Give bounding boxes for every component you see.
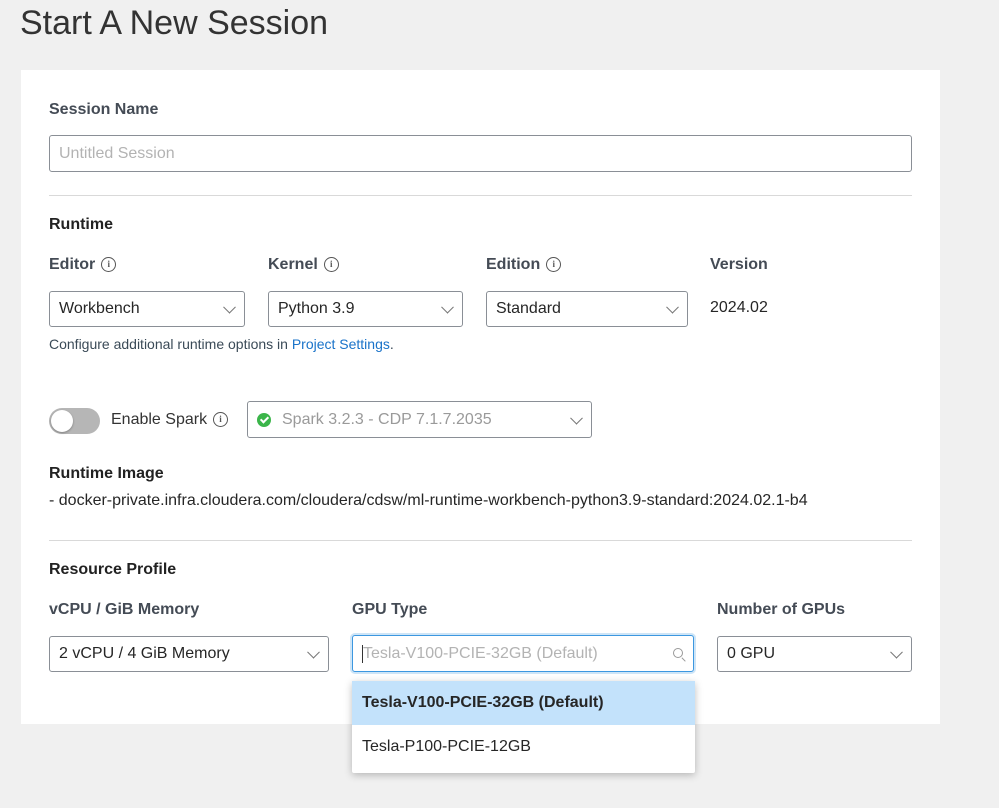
gpu-type-dropdown: Tesla-V100-PCIE-32GB (Default) Tesla-P10… xyxy=(352,681,695,773)
chevron-down-icon xyxy=(307,645,320,659)
info-icon[interactable]: i xyxy=(323,257,339,273)
editor-select[interactable]: Workbench xyxy=(49,291,245,327)
chevron-down-icon xyxy=(441,300,454,314)
toggle-knob xyxy=(51,410,73,432)
session-name-input[interactable] xyxy=(50,136,911,171)
gpu-type-label: GPU Type xyxy=(352,601,428,618)
info-icon[interactable]: i xyxy=(546,257,562,273)
enable-spark-label: Enable Spark xyxy=(111,411,208,428)
kernel-select[interactable]: Python 3.9 xyxy=(268,291,463,327)
divider xyxy=(49,540,912,541)
edition-label: Edition xyxy=(486,256,541,273)
kernel-label-row: Kernel i xyxy=(268,256,339,274)
runtime-image-heading: Runtime Image xyxy=(49,465,164,482)
chevron-down-icon xyxy=(666,300,679,314)
kernel-label: Kernel xyxy=(268,256,318,273)
runtime-heading: Runtime xyxy=(49,216,113,233)
version-value: 2024.02 xyxy=(710,299,768,316)
runtime-hint-end: . xyxy=(389,336,394,352)
session-name-field-box xyxy=(49,135,912,172)
cpu-memory-select[interactable]: 2 vCPU / 4 GiB Memory xyxy=(49,636,329,672)
page-title: Start A New Session xyxy=(20,4,329,42)
gpu-option-tesla-p100[interactable]: Tesla-P100-PCIE-12GB xyxy=(352,725,695,769)
gpu-count-value: 0 GPU xyxy=(727,645,776,662)
editor-label: Editor xyxy=(49,256,96,273)
gpu-type-input[interactable] xyxy=(353,636,693,671)
chevron-down-icon xyxy=(890,645,903,659)
cpu-memory-value: 2 vCPU / 4 GiB Memory xyxy=(59,645,230,662)
version-label: Version xyxy=(710,256,768,273)
text-caret xyxy=(362,645,363,663)
runtime-hint-text: Configure additional runtime options in xyxy=(49,336,292,352)
enable-spark-label-row: Enable Spark i xyxy=(111,411,229,429)
gpu-option-tesla-v100[interactable]: Tesla-V100-PCIE-32GB (Default) xyxy=(352,681,695,725)
gpu-count-label: Number of GPUs xyxy=(717,601,846,618)
enable-spark-toggle[interactable] xyxy=(49,408,100,434)
project-settings-link[interactable]: Project Settings xyxy=(292,336,390,352)
edition-select-value: Standard xyxy=(496,300,561,317)
chevron-down-icon xyxy=(570,411,583,425)
edition-select[interactable]: Standard xyxy=(486,291,688,327)
editor-select-value: Workbench xyxy=(59,300,140,317)
session-name-label: Session Name xyxy=(49,101,159,118)
edition-label-row: Edition i xyxy=(486,256,562,274)
gpu-type-search[interactable] xyxy=(352,635,694,672)
cpu-memory-label: vCPU / GiB Memory xyxy=(49,601,200,618)
kernel-select-value: Python 3.9 xyxy=(278,300,355,317)
gpu-count-select[interactable]: 0 GPU xyxy=(717,636,912,672)
runtime-hint: Configure additional runtime options in … xyxy=(49,336,394,352)
spark-version-value: Spark 3.2.3 - CDP 7.1.7.2035 xyxy=(282,410,492,428)
divider xyxy=(49,195,912,196)
spark-version-select[interactable]: Spark 3.2.3 - CDP 7.1.7.2035 xyxy=(247,401,592,438)
info-icon[interactable]: i xyxy=(101,257,117,273)
editor-label-row: Editor i xyxy=(49,256,117,274)
chevron-down-icon xyxy=(223,300,236,314)
resource-profile-heading: Resource Profile xyxy=(49,561,177,578)
check-circle-icon xyxy=(257,412,271,427)
search-icon xyxy=(673,647,683,658)
runtime-image-value: - docker-private.infra.cloudera.com/clou… xyxy=(49,492,808,509)
info-icon[interactable]: i xyxy=(213,412,229,428)
